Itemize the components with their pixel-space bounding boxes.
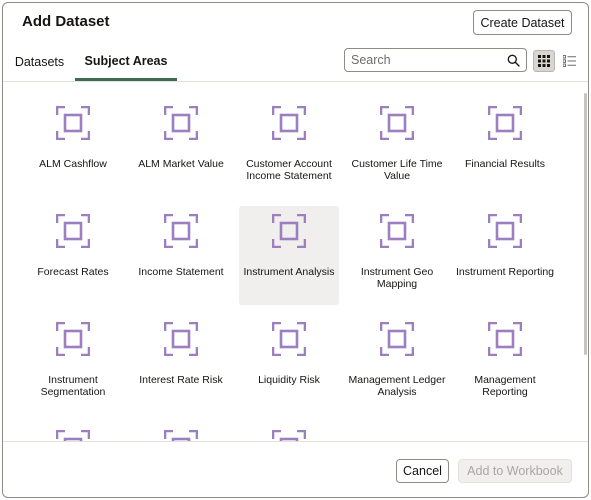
- subject-area-label: Financial Results: [465, 158, 545, 170]
- subject-area-icon: [488, 214, 522, 248]
- subject-area-tile[interactable]: Liquidity Risk: [239, 314, 339, 413]
- list-view-icon: [562, 55, 576, 67]
- subject-area-label: Instrument Reporting: [455, 266, 555, 278]
- subject-area-icon: [164, 430, 198, 441]
- subject-area-label: ALM Cashflow: [39, 158, 107, 170]
- subject-area-grid: ALM Cashflow ALM Market Value Customer Acc…: [19, 98, 569, 441]
- subject-area-label: Liquidity Risk: [258, 374, 320, 386]
- cancel-button[interactable]: Cancel: [396, 459, 449, 483]
- subject-area-icon: [488, 322, 522, 356]
- subject-area-icon: [56, 214, 90, 248]
- subject-area-tile[interactable]: Customer Life Time Value: [347, 98, 447, 197]
- subject-area-icon: [380, 214, 414, 248]
- subject-area-icon: [272, 322, 306, 356]
- subject-area-tile[interactable]: Forecast Rates: [23, 206, 123, 305]
- subject-area-label: Forecast Rates: [37, 266, 109, 278]
- subject-area-tile[interactable]: ALM Market Value: [131, 98, 231, 197]
- subject-area-label: Income Statement: [138, 266, 224, 278]
- subject-area-icon: [272, 214, 306, 248]
- subject-area-icon: [272, 106, 306, 140]
- subject-area-label: Instrument Segmentation: [40, 374, 106, 398]
- tabs-divider: [3, 81, 588, 82]
- subject-area-icon: [56, 430, 90, 441]
- subject-area-tile[interactable]: Management Ledger Analysis: [347, 314, 447, 413]
- subject-area-tile[interactable]: Instrument Analysis: [239, 206, 339, 305]
- tab-subject-areas[interactable]: Subject Areas: [75, 43, 177, 81]
- search-icon[interactable]: [507, 54, 520, 67]
- subject-area-icon: [488, 106, 522, 140]
- subject-area-label: Management Reporting: [474, 374, 536, 398]
- create-dataset-button[interactable]: Create Dataset: [473, 10, 572, 35]
- list-view-button[interactable]: [558, 50, 580, 72]
- subject-area-tile[interactable]: [239, 422, 339, 441]
- search-input[interactable]: [351, 51, 501, 69]
- add-dataset-dialog: Add Dataset Create Dataset Datasets Subj…: [2, 2, 589, 498]
- subject-area-tile[interactable]: ALM Cashflow: [23, 98, 123, 197]
- grid-view-button[interactable]: [533, 50, 555, 72]
- subject-area-tile[interactable]: Financial Results: [455, 98, 555, 197]
- subject-area-tile[interactable]: Customer Account Income Statement: [239, 98, 339, 197]
- subject-area-tile[interactable]: Instrument Geo Mapping: [347, 206, 447, 305]
- dialog-title: Add Dataset: [22, 13, 110, 30]
- subject-area-label: Customer Account Income Statement: [246, 158, 332, 182]
- scrollbar[interactable]: [584, 93, 587, 355]
- subject-area-label: Management Ledger Analysis: [348, 374, 446, 398]
- subject-area-list: ALM Cashflow ALM Market Value Customer Acc…: [3, 83, 588, 441]
- subject-area-label: Interest Rate Risk: [139, 374, 223, 386]
- add-to-workbook-button: Add to Workbook: [458, 459, 572, 483]
- subject-area-tile[interactable]: Instrument Reporting: [455, 206, 555, 305]
- subject-area-icon: [272, 430, 306, 441]
- subject-area-tile[interactable]: Management Reporting: [455, 314, 555, 413]
- subject-area-icon: [56, 106, 90, 140]
- footer-divider: [3, 441, 588, 442]
- subject-area-label: Instrument Analysis: [243, 266, 335, 278]
- subject-area-tile[interactable]: [23, 422, 123, 441]
- subject-area-icon: [164, 322, 198, 356]
- grid-view-icon: [538, 55, 550, 67]
- subject-area-icon: [56, 322, 90, 356]
- subject-area-label: Customer Life Time Value: [351, 158, 443, 182]
- subject-area-icon: [164, 106, 198, 140]
- subject-area-label: Instrument Geo Mapping: [360, 266, 434, 290]
- subject-area-label: ALM Market Value: [138, 158, 224, 170]
- search-box: [344, 48, 527, 72]
- subject-area-icon: [380, 322, 414, 356]
- tab-datasets[interactable]: Datasets: [14, 43, 65, 81]
- subject-area-tile[interactable]: [131, 422, 231, 441]
- subject-area-tile[interactable]: Instrument Segmentation: [23, 314, 123, 413]
- subject-area-tile[interactable]: Income Statement: [131, 206, 231, 305]
- subject-area-icon: [164, 214, 198, 248]
- subject-area-tile[interactable]: Interest Rate Risk: [131, 314, 231, 413]
- subject-area-icon: [380, 106, 414, 140]
